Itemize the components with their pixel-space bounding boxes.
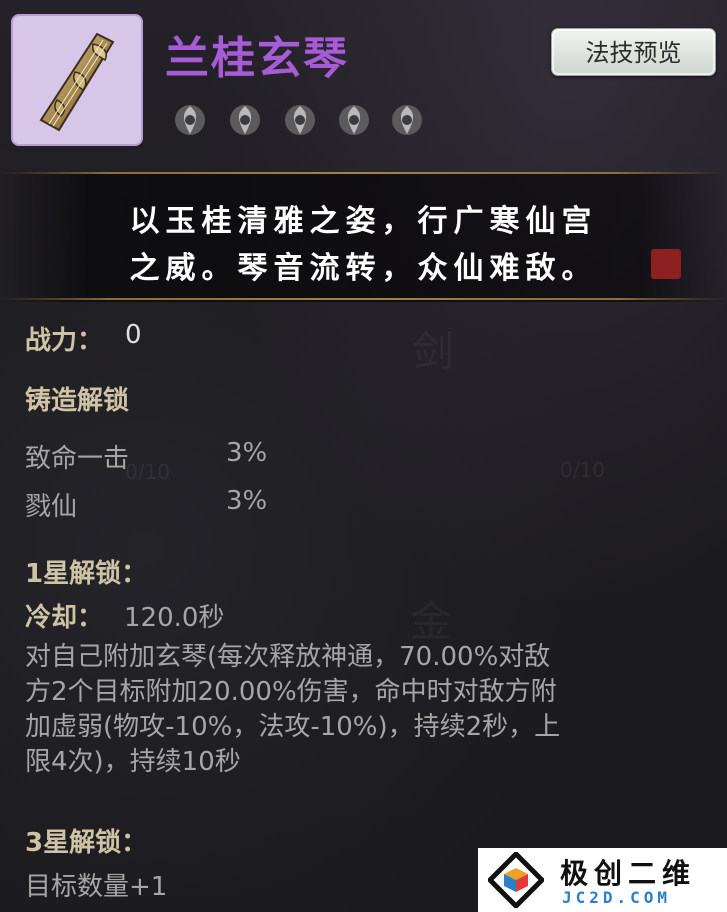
cube-logo-icon bbox=[488, 852, 544, 908]
watermark-url: JC2D.COM bbox=[562, 888, 672, 907]
bg-count-left: 0/10 bbox=[125, 460, 170, 484]
star-slot-icon bbox=[392, 105, 422, 135]
star-slot-icon bbox=[175, 105, 205, 135]
cooldown-value: 120.0秒 bbox=[124, 603, 225, 633]
star1-effect: 对自己附加玄琴(每次释放神通，70.00%对敌 方2个目标附加20.00%伤害，… bbox=[25, 640, 705, 780]
power-label: 战力： bbox=[25, 326, 104, 356]
watermark: 极创二维 JC2D.COM bbox=[478, 848, 727, 912]
watermark-title: 极创二维 bbox=[560, 857, 697, 890]
star-slot-icon bbox=[285, 105, 315, 135]
forge-unlock-title: 铸造解锁 bbox=[25, 386, 130, 416]
effect-line: 对自己附加玄琴(每次释放神通，70.00%对敌 bbox=[25, 642, 551, 672]
forge-stat-value: 3% bbox=[226, 438, 268, 468]
star3-effect: 目标数量+1 bbox=[25, 872, 168, 902]
bg-glyph-sword: 剑 bbox=[412, 318, 454, 379]
item-detail-card: 剑 金 0/10 0/10 兰桂玄琴 bbox=[0, 0, 727, 912]
star-slot-icon bbox=[339, 105, 369, 135]
divider-top bbox=[0, 172, 727, 174]
description-line-2: 之威。琴音流转，众仙难敌。 bbox=[129, 251, 598, 286]
forge-stat-value: 3% bbox=[226, 486, 268, 516]
power-value: 0 bbox=[125, 320, 142, 350]
star3-unlock-title: 3星解锁： bbox=[25, 828, 148, 858]
effect-line: 限4次)，持续10秒 bbox=[25, 747, 241, 777]
item-name: 兰桂玄琴 bbox=[165, 33, 349, 84]
star-slot-icon bbox=[230, 105, 260, 135]
jade-qin-icon bbox=[39, 32, 115, 132]
cooldown-label: 冷却： bbox=[25, 603, 104, 633]
bg-count-right: 0/10 bbox=[560, 458, 605, 482]
star1-unlock-title: 1星解锁： bbox=[25, 559, 148, 589]
item-header: 兰桂玄琴 法技预览 bbox=[0, 0, 727, 170]
forge-stat-name: 戮仙 bbox=[25, 492, 78, 522]
effect-line: 加虚弱(物攻-10%，法攻-10%)，持续2秒，上 bbox=[25, 712, 561, 742]
divider-bottom bbox=[0, 298, 727, 300]
seal-stamp-icon bbox=[651, 249, 681, 279]
forge-stat-name: 致命一击 bbox=[25, 444, 130, 474]
skill-preview-button[interactable]: 法技预览 bbox=[551, 28, 716, 76]
description-line-1: 以玉桂清雅之姿，行广寒仙宫 bbox=[129, 204, 598, 239]
item-icon-frame bbox=[11, 14, 143, 146]
effect-line: 方2个目标附加20.00%伤害，命中时对敌方附 bbox=[25, 677, 557, 707]
